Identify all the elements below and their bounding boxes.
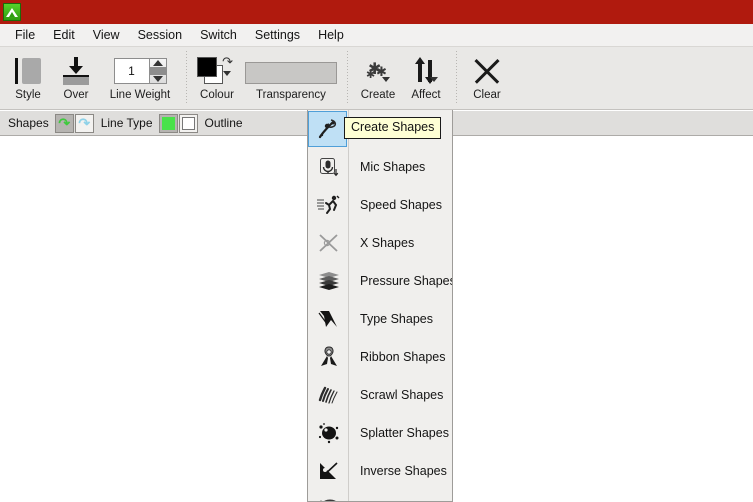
mic-shapes-icon: [308, 148, 349, 186]
toolbar-create-button[interactable]: ✱ ✱ ✱ Create: [354, 47, 402, 107]
green-fill-swatch-icon: [161, 116, 175, 130]
menu-file[interactable]: File: [6, 25, 44, 45]
app-logo-icon: [3, 3, 21, 21]
toolbar-separator-1: [186, 51, 187, 103]
menu-item-label: Splatter Shapes: [360, 426, 449, 440]
curve-arrow-green-icon: ↷: [58, 115, 71, 131]
white-fill-swatch-icon: [181, 116, 195, 130]
line-type-curve-blue-toggle[interactable]: ↷: [74, 113, 94, 133]
menu-settings[interactable]: Settings: [246, 25, 309, 45]
colour-swatch-icon[interactable]: ↷: [193, 55, 241, 87]
scrawl-shapes-icon: [308, 376, 349, 414]
toolbar-clear-label: Clear: [473, 89, 501, 101]
toolbar-affect-button[interactable]: Affect: [402, 47, 450, 107]
toolbar-affect-label: Affect: [411, 89, 441, 101]
menu-item-speed-shapes[interactable]: Speed Shapes: [308, 186, 452, 224]
create-dropdown-caret-icon[interactable]: [382, 77, 390, 82]
toolbar-separator-2: [347, 51, 348, 103]
menu-item-x-shapes[interactable]: X Shapes: [308, 224, 452, 262]
menu-item-ribbon-shapes[interactable]: Ribbon Shapes: [308, 338, 452, 376]
line-type-curve-green-toggle[interactable]: ↷: [54, 113, 74, 133]
menu-item-label: Speed Shapes: [360, 198, 443, 212]
menu-switch[interactable]: Switch: [191, 25, 246, 45]
menu-help[interactable]: Help: [309, 25, 353, 45]
line-weight-decrement[interactable]: [150, 75, 166, 83]
outline-label: Outline: [204, 116, 243, 130]
clear-x-icon: [463, 55, 511, 87]
type-shapes-icon: [308, 300, 349, 338]
toolbar-over-button[interactable]: Over: [52, 47, 100, 107]
create-shapes-tooltip: Create Shapes: [344, 117, 442, 139]
curve-arrow-blue-icon: ↷: [78, 115, 91, 131]
outline-green-toggle[interactable]: [158, 113, 178, 133]
menu-item-create-shapes[interactable]: Create Shapes Create Shapes: [308, 110, 452, 148]
pressure-shapes-icon: [308, 262, 349, 300]
menu-item-partial-shapes[interactable]: [308, 490, 452, 501]
line-weight-increment[interactable]: [150, 59, 166, 67]
colour-dropdown-caret-icon[interactable]: [223, 71, 231, 76]
toolbar-transparency-label: Transparency: [256, 89, 326, 101]
create-sparkle-icon[interactable]: ✱ ✱ ✱: [354, 55, 402, 87]
menu-item-mic-shapes[interactable]: Mic Shapes: [308, 148, 452, 186]
line-weight-value[interactable]: 1: [113, 58, 150, 84]
line-weight-spinner[interactable]: 1: [100, 55, 180, 87]
application-window: File Edit View Session Switch Settings H…: [0, 0, 753, 502]
affect-arrows-icon[interactable]: [402, 55, 450, 87]
menu-item-label: Type Shapes: [360, 312, 433, 326]
main-toolbar: Style Over 1 Line Weight ↷ Colour Transp…: [0, 47, 753, 110]
menu-edit[interactable]: Edit: [44, 25, 84, 45]
menu-view[interactable]: View: [84, 25, 129, 45]
menu-item-type-shapes[interactable]: Type Shapes: [308, 300, 452, 338]
menu-item-label: Inverse Shapes: [360, 464, 447, 478]
toolbar-line-weight[interactable]: 1 Line Weight: [100, 47, 180, 107]
menu-item-pressure-shapes[interactable]: Pressure Shapes: [308, 262, 452, 300]
create-shapes-dropdown-menu: Create Shapes Create Shapes Mic Shapes: [307, 110, 453, 502]
splatter-shapes-icon: [308, 414, 349, 452]
outline-white-toggle[interactable]: [178, 113, 198, 133]
menu-item-label: Pressure Shapes: [360, 274, 453, 288]
menu-item-label: X Shapes: [360, 236, 415, 250]
ribbon-shapes-icon: [308, 338, 349, 376]
menu-item-splatter-shapes[interactable]: Splatter Shapes: [308, 414, 452, 452]
over-arrow-icon: [52, 55, 100, 87]
menu-bar: File Edit View Session Switch Settings H…: [0, 24, 753, 47]
affect-dropdown-caret-icon[interactable]: [430, 77, 438, 82]
menu-item-label: Scrawl Shapes: [360, 388, 444, 402]
toolbar-transparency[interactable]: Transparency: [241, 47, 341, 107]
line-type-label: Line Type: [100, 116, 153, 130]
menu-item-scrawl-shapes[interactable]: Scrawl Shapes: [308, 376, 452, 414]
menu-item-label: Ribbon Shapes: [360, 350, 446, 364]
shapes-label: Shapes: [8, 116, 49, 130]
toolbar-over-label: Over: [63, 89, 89, 101]
toolbar-colour-label: Colour: [200, 89, 234, 101]
x-shapes-icon: [308, 224, 349, 262]
swap-colours-icon[interactable]: ↷: [222, 55, 233, 68]
partial-shapes-icon: [308, 490, 349, 501]
toolbar-style-label: Style: [15, 89, 41, 101]
toolbar-create-label: Create: [360, 89, 396, 101]
create-shapes-icon: [308, 111, 347, 147]
toolbar-style-button[interactable]: Style: [4, 47, 52, 107]
title-bar: [0, 0, 753, 24]
toolbar-separator-3: [456, 51, 457, 103]
inverse-shapes-icon: [308, 452, 349, 490]
style-icon: [4, 55, 52, 87]
menu-session[interactable]: Session: [129, 25, 191, 45]
toolbar-line-weight-label: Line Weight: [109, 89, 171, 101]
speed-shapes-icon: [308, 186, 349, 224]
toolbar-clear-button[interactable]: Clear: [463, 47, 511, 107]
transparency-bar-icon[interactable]: [241, 55, 341, 87]
menu-item-inverse-shapes[interactable]: Inverse Shapes: [308, 452, 452, 490]
toolbar-colour-button[interactable]: ↷ Colour: [193, 47, 241, 107]
menu-item-label: Mic Shapes: [360, 160, 426, 174]
